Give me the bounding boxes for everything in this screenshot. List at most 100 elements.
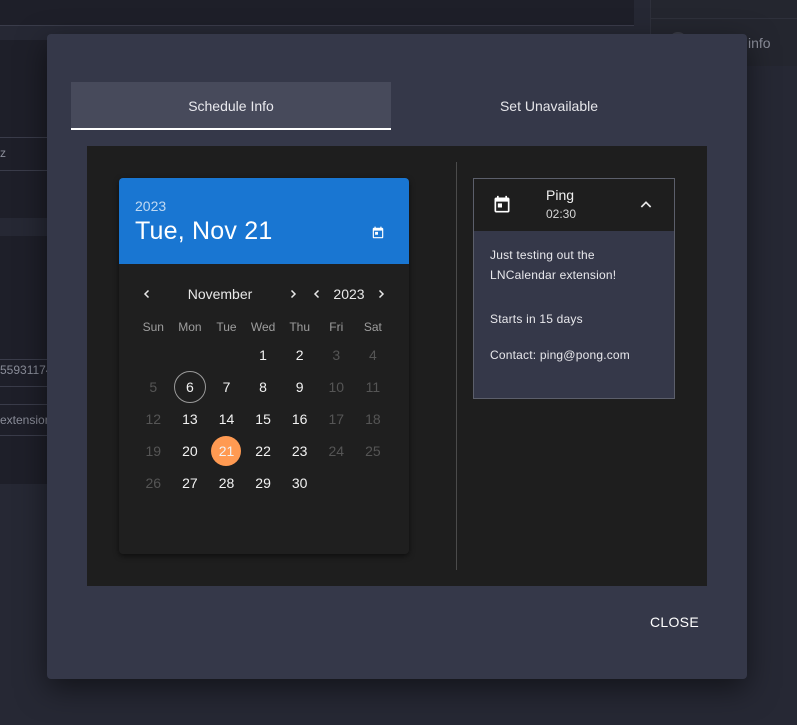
close-button[interactable]: CLOSE [650, 614, 699, 630]
calendar-day: 5 [135, 371, 172, 403]
weekday-label: Tue [216, 320, 237, 334]
calendar-day[interactable]: 27 [172, 467, 209, 499]
background-divider [0, 359, 47, 360]
calendar-day: 3 [318, 339, 355, 371]
prev-year-button[interactable] [308, 279, 326, 309]
prev-month-button[interactable] [138, 279, 156, 309]
calendar-day[interactable]: 28 [208, 467, 245, 499]
calendar-day-number: 16 [291, 411, 308, 427]
background-divider [0, 170, 47, 171]
calendar-day[interactable]: 1 [245, 339, 282, 371]
calendar-day[interactable]: 22 [245, 435, 282, 467]
calendar-day: 25 [355, 435, 392, 467]
background-card-top [0, 0, 634, 26]
calendar-empty-cell [318, 467, 355, 499]
calendar-day[interactable]: 23 [281, 435, 318, 467]
tab-schedule-info[interactable]: Schedule Info [71, 82, 391, 130]
calendar-day-number: 1 [259, 347, 267, 363]
event-time: 02:30 [546, 207, 577, 221]
event-card: Ping 02:30 Just testing out the LNCalend… [473, 178, 675, 399]
calendar-day: 12 [135, 403, 172, 435]
picker-header-date[interactable]: Tue, Nov 21 [135, 217, 393, 246]
background-divider [651, 18, 797, 19]
calendar-day-number: 14 [218, 411, 235, 427]
next-year-button[interactable] [372, 279, 390, 309]
event-details: Just testing out the LNCalendar extensio… [474, 231, 674, 365]
calendar-day-number: 15 [255, 411, 271, 427]
calendar-day[interactable]: 9 [281, 371, 318, 403]
calendar-day-number: 19 [145, 443, 162, 459]
chevron-left-icon [143, 289, 150, 299]
next-month-button[interactable] [284, 279, 302, 309]
weekday-label: Sun [142, 320, 164, 334]
calendar-day-number: 17 [328, 411, 345, 427]
calendar-day-number: 26 [145, 475, 162, 491]
calendar-day: 24 [318, 435, 355, 467]
calendar-empty-cell [208, 339, 245, 371]
calendar-days: 1 2 3 4 5 6 7 8 9 10 11 12 13 14 15 16 17 18 19 20 21 22 23 24 2… [135, 339, 391, 499]
calendar-day-number: 18 [365, 411, 381, 427]
background-divider [0, 435, 47, 436]
calendar-day-number: 25 [365, 443, 381, 459]
month-year-nav: November 2023 [119, 279, 409, 309]
event-contact: Contact: ping@pong.com [490, 348, 630, 362]
calendar-day-number: 5 [149, 379, 158, 395]
schedule-dialog: Schedule Info Set Unavailable 2023 Tue, … [47, 34, 747, 679]
calendar-day-number: 30 [291, 475, 308, 491]
calendar-day[interactable]: 30 [281, 467, 318, 499]
background-text-fragment: extension [0, 413, 47, 427]
calendar-day: 17 [318, 403, 355, 435]
calendar-day[interactable]: 20 [172, 435, 209, 467]
calendar-day-number: 20 [182, 443, 198, 459]
calendar-day[interactable]: 13 [172, 403, 209, 435]
event-header[interactable]: Ping 02:30 [474, 179, 674, 231]
calendar-day-number: 4 [368, 347, 377, 363]
schedule-panel: 2023 Tue, Nov 21 November 2023 Sun Mon T… [87, 146, 707, 586]
calendar-day[interactable]: 8 [245, 371, 282, 403]
event-starts-in: Starts in 15 days [490, 312, 583, 326]
dialog-tabs: Schedule Info Set Unavailable [71, 82, 707, 130]
chevron-up-icon[interactable] [638, 197, 654, 213]
calendar-day-number: 22 [255, 443, 271, 459]
calendar-day-number: 11 [365, 379, 381, 395]
calendar-day-number: 10 [328, 379, 345, 395]
calendar-day[interactable]: 16 [281, 403, 318, 435]
event-title: Ping [546, 187, 575, 203]
calendar-day-number: 2 [295, 347, 304, 363]
panel-divider [456, 162, 457, 570]
chevron-left-icon [313, 289, 320, 299]
calendar-empty-cell [135, 339, 172, 371]
calendar-day-number: 6 [185, 379, 194, 395]
picker-header-year[interactable]: 2023 [135, 198, 393, 214]
weekday-label: Fri [329, 320, 344, 334]
month-label[interactable]: November [177, 279, 263, 309]
event-description-line: LNCalendar extension! [490, 268, 617, 282]
calendar-day[interactable]: 14 [208, 403, 245, 435]
calendar-day[interactable]: 29 [245, 467, 282, 499]
weekday-label: Thu [289, 320, 311, 334]
calendar-day[interactable]: 21 [208, 435, 245, 467]
chevron-right-icon [378, 289, 385, 299]
calendar-day-number: 7 [222, 379, 231, 395]
calendar-icon[interactable] [371, 226, 385, 240]
calendar-day[interactable]: 15 [245, 403, 282, 435]
calendar-day[interactable]: 7 [208, 371, 245, 403]
event-description-line: Just testing out the [490, 248, 595, 262]
calendar-day[interactable]: 6 [172, 371, 209, 403]
tab-set-unavailable[interactable]: Set Unavailable [391, 82, 707, 130]
calendar-day[interactable]: 2 [281, 339, 318, 371]
weekday-header: Sun Mon Tue Wed Thu Fri Sat [135, 317, 391, 337]
chevron-right-icon [290, 289, 297, 299]
calendar-day: 19 [135, 435, 172, 467]
calendar-day-number: 12 [145, 411, 162, 427]
calendar-day: 18 [355, 403, 392, 435]
calendar-day-number: 13 [182, 411, 198, 427]
calendar-day-number: 27 [182, 475, 198, 491]
calendar-day: 26 [135, 467, 172, 499]
calendar-empty-cell [172, 339, 209, 371]
background-text-fragment: z [0, 146, 6, 160]
weekday-label: Wed [250, 320, 276, 334]
calendar-day-number: 29 [255, 475, 271, 491]
year-label[interactable]: 2023 [327, 279, 371, 309]
calendar-empty-cell [355, 467, 392, 499]
